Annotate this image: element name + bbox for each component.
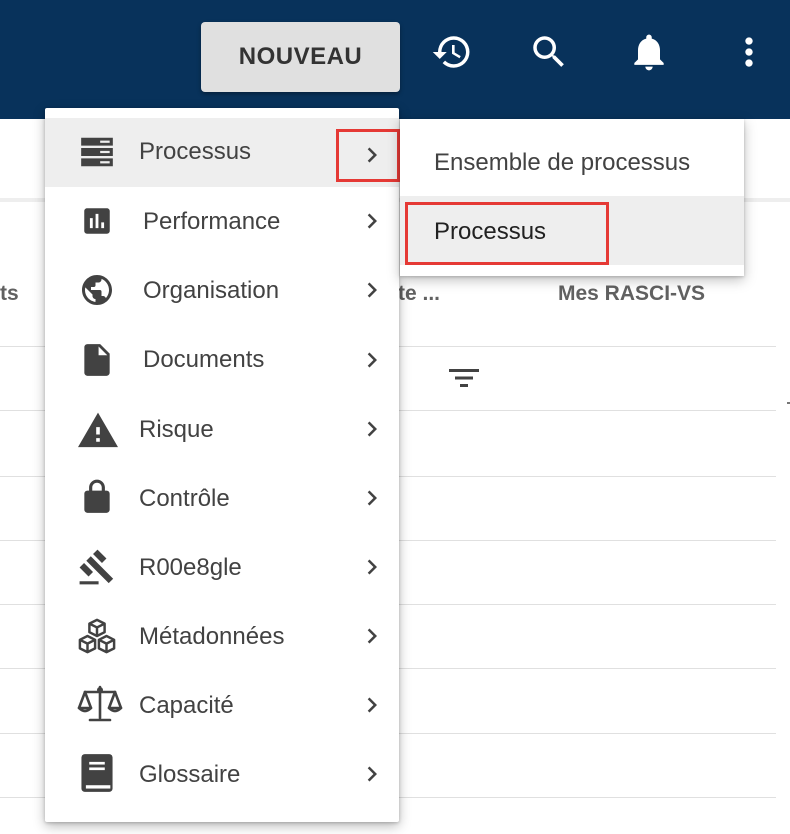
lock-icon bbox=[78, 478, 116, 516]
menu-item-label: Documents bbox=[143, 346, 265, 373]
history-icon[interactable] bbox=[430, 30, 474, 74]
menu-item-organisation[interactable]: Organisation bbox=[45, 256, 399, 325]
server-stack-icon bbox=[78, 133, 116, 171]
menu-item-label: Capacité bbox=[139, 692, 234, 719]
table-column-header[interactable]: Mes RASCI-VS bbox=[558, 282, 705, 306]
new-button[interactable]: NOUVEAU bbox=[201, 22, 400, 92]
document-icon bbox=[78, 341, 116, 379]
filter-icon[interactable] bbox=[449, 367, 479, 389]
menu-item-label: Métadonnées bbox=[139, 623, 285, 650]
globe-icon bbox=[78, 271, 116, 309]
processus-expand-button[interactable] bbox=[336, 129, 400, 182]
table-column-header: ts bbox=[0, 282, 19, 305]
new-item-menu: Processus Performance Organisation Docum… bbox=[45, 108, 400, 822]
menu-item-label: R00e8gle bbox=[139, 554, 242, 581]
notifications-bell-icon[interactable] bbox=[627, 30, 671, 74]
chevron-right-icon[interactable] bbox=[357, 552, 387, 582]
menu-item-risque[interactable]: Risque bbox=[45, 395, 399, 464]
more-vert-icon[interactable] bbox=[727, 30, 771, 74]
top-app-bar: NOUVEAU bbox=[0, 0, 790, 119]
chevron-right-icon bbox=[357, 140, 387, 170]
menu-item-label: Contrôle bbox=[139, 485, 230, 512]
chevron-right-icon[interactable] bbox=[357, 414, 387, 444]
warning-icon bbox=[76, 410, 120, 448]
menu-item-label: Processus bbox=[139, 138, 252, 165]
menu-item-metadonnees[interactable]: Métadonnées bbox=[45, 602, 399, 671]
menu-item-label: Organisation bbox=[143, 277, 280, 304]
submenu-item-ensemble-de-processus[interactable]: Ensemble de processus bbox=[400, 127, 744, 196]
submenu-item-label: Ensemble de processus bbox=[434, 149, 691, 176]
chevron-right-icon[interactable] bbox=[357, 345, 387, 375]
menu-item-label: Glossaire bbox=[139, 761, 241, 788]
menu-item-label: Performance bbox=[143, 208, 281, 235]
bar-chart-icon bbox=[78, 202, 116, 240]
chevron-right-icon[interactable] bbox=[357, 206, 387, 236]
menu-item-label: Risque bbox=[139, 416, 214, 443]
menu-item-glossaire[interactable]: Glossaire bbox=[45, 740, 399, 809]
menu-item-capacite[interactable]: Capacité bbox=[45, 671, 399, 740]
chevron-right-icon[interactable] bbox=[357, 621, 387, 651]
cubes-icon bbox=[78, 617, 116, 655]
menu-item-controle[interactable]: Contrôle bbox=[45, 464, 399, 533]
chevron-right-icon[interactable] bbox=[357, 690, 387, 720]
gavel-icon bbox=[78, 548, 116, 586]
menu-item-performance[interactable]: Performance bbox=[45, 187, 399, 256]
menu-item-regle[interactable]: R00e8gle bbox=[45, 533, 399, 602]
balance-scale-icon bbox=[77, 685, 123, 723]
search-icon[interactable] bbox=[527, 30, 571, 74]
chevron-right-icon[interactable] bbox=[357, 275, 387, 305]
table-column-header: te ... bbox=[398, 282, 441, 305]
processus-submenu: Ensemble de processus Processus bbox=[400, 119, 744, 276]
chevron-right-icon[interactable] bbox=[357, 759, 387, 789]
book-icon bbox=[78, 754, 116, 792]
selection-highlight bbox=[405, 202, 609, 265]
chevron-right-icon[interactable] bbox=[357, 483, 387, 513]
menu-item-documents[interactable]: Documents bbox=[45, 326, 399, 395]
